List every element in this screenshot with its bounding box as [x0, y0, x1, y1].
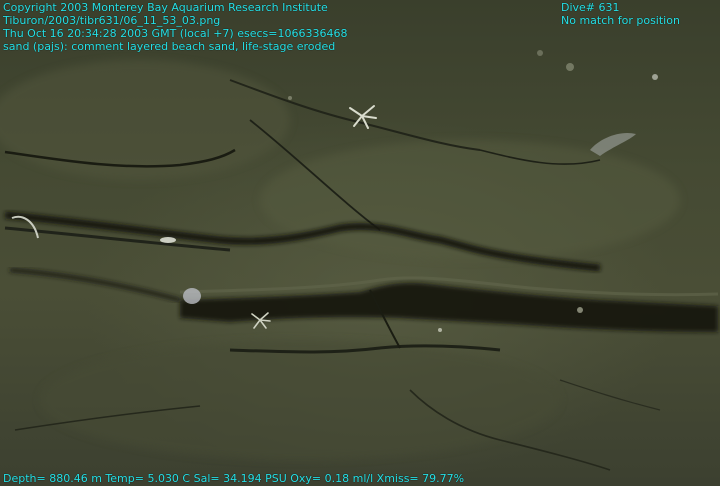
- seafloor-debris: [288, 96, 292, 100]
- seafloor-debris: [652, 74, 658, 80]
- annotation-text: sand (pajs): comment layered beach sand,…: [3, 40, 336, 53]
- telemetry-readout: Depth= 880.46 m Temp= 5.030 C Sal= 34.19…: [3, 472, 465, 485]
- position-status-text: No match for position: [561, 14, 680, 27]
- sediment-patch: [40, 340, 560, 460]
- overlay-header-left: Copyright 2003 Monterey Bay Aquarium Res…: [3, 1, 347, 53]
- dive-number-text: Dive# 631: [561, 1, 620, 14]
- white-organism: [160, 237, 176, 243]
- timestamp-text: Thu Oct 16 20:34:28 2003 GMT (local +7) …: [3, 27, 348, 40]
- white-organism: [183, 288, 201, 304]
- seafloor-debris: [577, 307, 583, 313]
- overlay-header-right: Dive# 631 No match for position: [561, 1, 680, 27]
- seafloor-scene: [0, 50, 719, 471]
- file-path-text: Tiburon/2003/tibr631/06_11_53_03.png: [3, 14, 221, 27]
- seafloor-debris: [438, 328, 442, 332]
- seafloor-video-frame: Copyright 2003 Monterey Bay Aquarium Res…: [0, 0, 720, 486]
- sediment-patch: [0, 60, 290, 180]
- sediment-ledge-lower: [9, 268, 181, 302]
- seafloor-debris: [537, 50, 543, 56]
- sediment-patch: [260, 140, 680, 260]
- sediment-crack: [559, 379, 661, 411]
- sea-cucumber: [590, 132, 636, 156]
- seafloor-debris: [566, 63, 574, 71]
- copyright-text: Copyright 2003 Monterey Bay Aquarium Res…: [3, 1, 328, 14]
